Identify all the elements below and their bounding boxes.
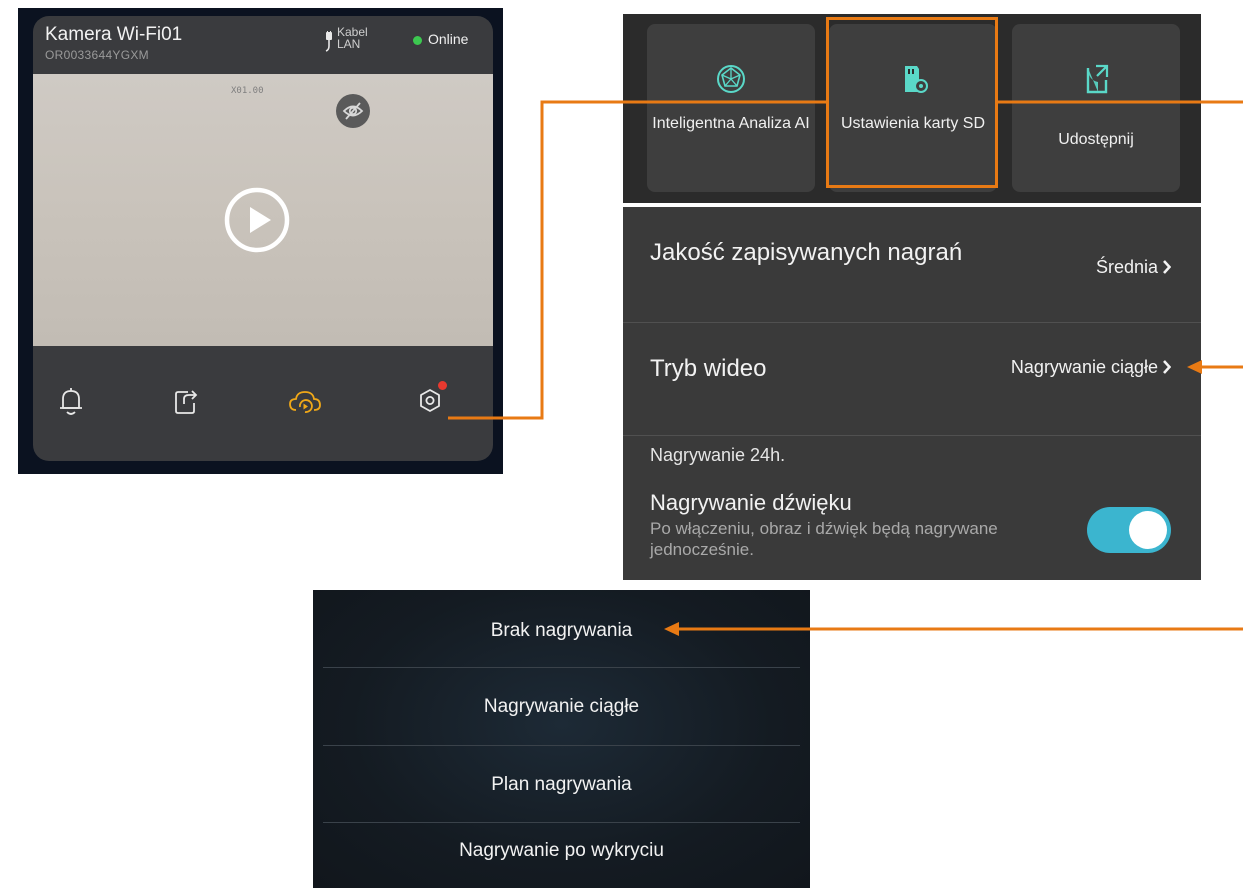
arrowhead-no-recording <box>664 622 679 636</box>
annotation-connectors <box>448 100 1243 636</box>
connector-settings-to-sd <box>448 100 826 420</box>
arrowhead-video-mode <box>1187 360 1202 374</box>
